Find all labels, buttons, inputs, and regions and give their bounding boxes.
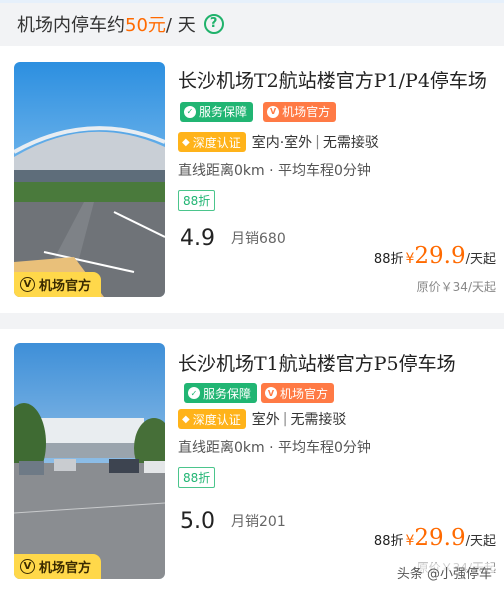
banner-suffix: / 天: [165, 14, 196, 36]
price-block: 88折 ¥ 29.9 /天起: [374, 525, 496, 551]
help-icon[interactable]: ?: [203, 13, 224, 34]
rating-row: 4.9 月销680: [176, 226, 286, 251]
rating-row: 5.0 月销201: [176, 509, 286, 534]
service-guarantee-badge: ✓ 服务保障: [184, 383, 258, 403]
tag-divider: |: [315, 134, 320, 150]
verified-label: 深度认证: [192, 135, 241, 150]
rating-score: 5.0: [176, 509, 219, 534]
distance-text: 直线距离0km · 平均车程0分钟: [178, 440, 371, 456]
verified-badge: ◆ 深度认证: [178, 132, 246, 152]
original-price: 原价￥34/天起: [416, 280, 496, 294]
tag-row: ◆ 深度认证 室外 | 无需接驳: [178, 409, 496, 429]
v-badge-icon: V: [20, 559, 35, 574]
thumb-tag-label: 机场官方: [39, 279, 92, 294]
service-guarantee-badge: ✓ 服务保障: [180, 102, 254, 122]
price-unit: /天起: [465, 534, 496, 549]
tag-divider: |: [282, 411, 288, 427]
tag-no-shuttle: 无需接驳: [322, 135, 379, 151]
monthly-sales: 月销680: [231, 231, 286, 247]
parking-title[interactable]: 长沙机场T2航站楼官方P1/P4停车场 ✓ 服务保障 V 机场官方: [178, 66, 496, 126]
parking-title-text: 长沙机场T1航站楼官方P5停车场: [178, 353, 456, 375]
rating-score: 4.9: [176, 226, 219, 251]
distance-text: 直线距离0km · 平均车程0分钟: [178, 163, 371, 179]
parking-card-t1[interactable]: V 机场官方 长沙机场T1航站楼官方P5停车场 ✓ 服务保障 V 机场官方 ◆ 深度认…: [0, 329, 504, 592]
parking-title-text: 长沙机场T2航站楼官方P1/P4停车场: [178, 70, 487, 92]
banner-prefix: 机场内停车约: [17, 14, 125, 36]
terminal-photo: [14, 62, 165, 297]
diamond-icon: ◆: [182, 413, 190, 425]
currency-symbol: ¥: [405, 533, 415, 549]
card-info: 长沙机场T2航站楼官方P1/P4停车场 ✓ 服务保障 V 机场官方 ◆ 深度认证 室内…: [178, 66, 496, 211]
top-banner: 机场内停车约 50元 / 天 ?: [0, 0, 504, 44]
service-badge-label: 服务保障: [199, 105, 248, 119]
currency-symbol: ¥: [405, 251, 415, 267]
price-block: 88折 ¥ 29.9 /天起: [374, 243, 496, 269]
service-badge-label: 服务保障: [203, 386, 252, 401]
v-icon: V: [265, 387, 278, 399]
tag-row: ◆ 深度认证 室内·室外 | 无需接驳: [178, 132, 496, 152]
official-badge-label: 机场官方: [280, 386, 329, 401]
banner-price: 50元: [125, 14, 166, 36]
thumb-tag-label: 机场官方: [39, 561, 92, 576]
airport-official-badge: V 机场官方: [263, 102, 337, 122]
card-info: 长沙机场T1航站楼官方P5停车场 ✓ 服务保障 V 机场官方 ◆ 深度认证 室外 | …: [178, 349, 496, 488]
price-discount: 88折: [373, 534, 404, 549]
price-discount: 88折: [373, 252, 404, 267]
diamond-icon: ◆: [182, 136, 190, 148]
monthly-sales: 月销201: [231, 514, 286, 530]
watermark: 头条 @小强停车: [394, 563, 494, 582]
airport-official-tag: V 机场官方: [14, 554, 102, 579]
airport-official-badge: V 机场官方: [261, 383, 335, 403]
discount-tag: 88折: [178, 190, 216, 211]
price-value: 29.9: [414, 243, 466, 269]
verified-label: 深度认证: [192, 412, 241, 427]
verified-badge: ◆ 深度认证: [178, 409, 246, 429]
shield-check-icon: ✓: [188, 387, 200, 399]
parking-card-t2[interactable]: V 机场官方 长沙机场T2航站楼官方P1/P4停车场 ✓ 服务保障 V 机场官方 ◆…: [0, 46, 504, 313]
parking-thumbnail[interactable]: V 机场官方: [14, 343, 165, 579]
terminal-photo: [14, 343, 165, 579]
v-badge-icon: V: [20, 277, 35, 292]
tag-outdoor: 室外: [251, 412, 280, 428]
airport-official-tag: V 机场官方: [14, 272, 102, 297]
v-icon: V: [267, 106, 280, 118]
price-value: 29.9: [414, 525, 466, 551]
shield-check-icon: ✓: [184, 106, 196, 118]
price-unit: /天起: [465, 252, 496, 267]
tag-no-shuttle: 无需接驳: [290, 412, 347, 428]
parking-title[interactable]: 长沙机场T1航站楼官方P5停车场: [178, 349, 496, 379]
discount-tag: 88折: [178, 467, 216, 488]
badge-row: ✓ 服务保障 V 机场官方: [178, 383, 496, 403]
tag-indoor-outdoor: 室内·室外: [251, 135, 313, 151]
official-badge-label: 机场官方: [282, 105, 331, 119]
parking-thumbnail[interactable]: V 机场官方: [14, 62, 165, 297]
